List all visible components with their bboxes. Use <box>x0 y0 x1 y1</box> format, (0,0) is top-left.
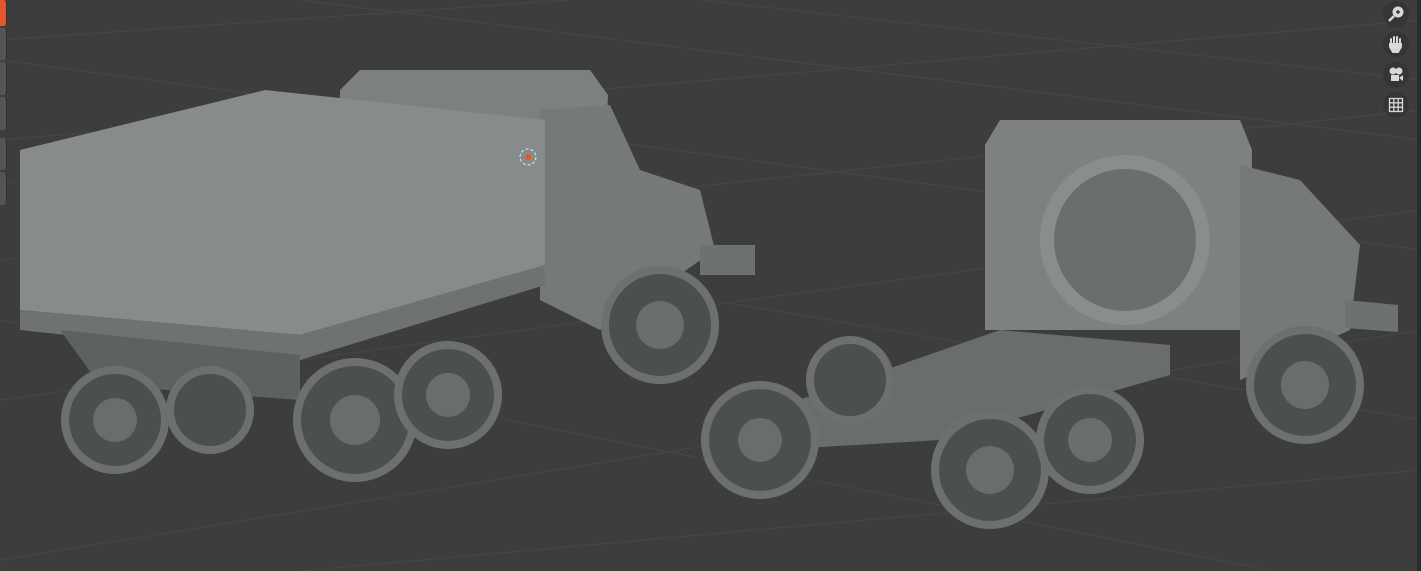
tool-button-group[interactable] <box>0 62 7 95</box>
truck-model-right[interactable] <box>701 120 1398 529</box>
zoom-icon <box>1388 6 1404 22</box>
tool-button-group[interactable] <box>0 138 7 170</box>
pan-button[interactable] <box>1383 31 1409 57</box>
camera-icon <box>1389 67 1403 81</box>
ortho-grid-icon <box>1388 97 1404 113</box>
zoom-button[interactable] <box>1383 1 1409 27</box>
camera-view-button[interactable] <box>1383 62 1409 88</box>
tool-button[interactable] <box>0 97 7 130</box>
truck-model-left[interactable] <box>20 70 755 482</box>
ortho-toggle-button[interactable] <box>1383 92 1409 118</box>
active-tool-button[interactable] <box>0 0 7 26</box>
tool-button[interactable] <box>0 172 7 205</box>
viewport-border <box>1417 0 1421 571</box>
3d-viewport[interactable] <box>0 0 1421 571</box>
tool-button[interactable] <box>0 28 7 60</box>
pan-hand-icon <box>1389 36 1402 53</box>
